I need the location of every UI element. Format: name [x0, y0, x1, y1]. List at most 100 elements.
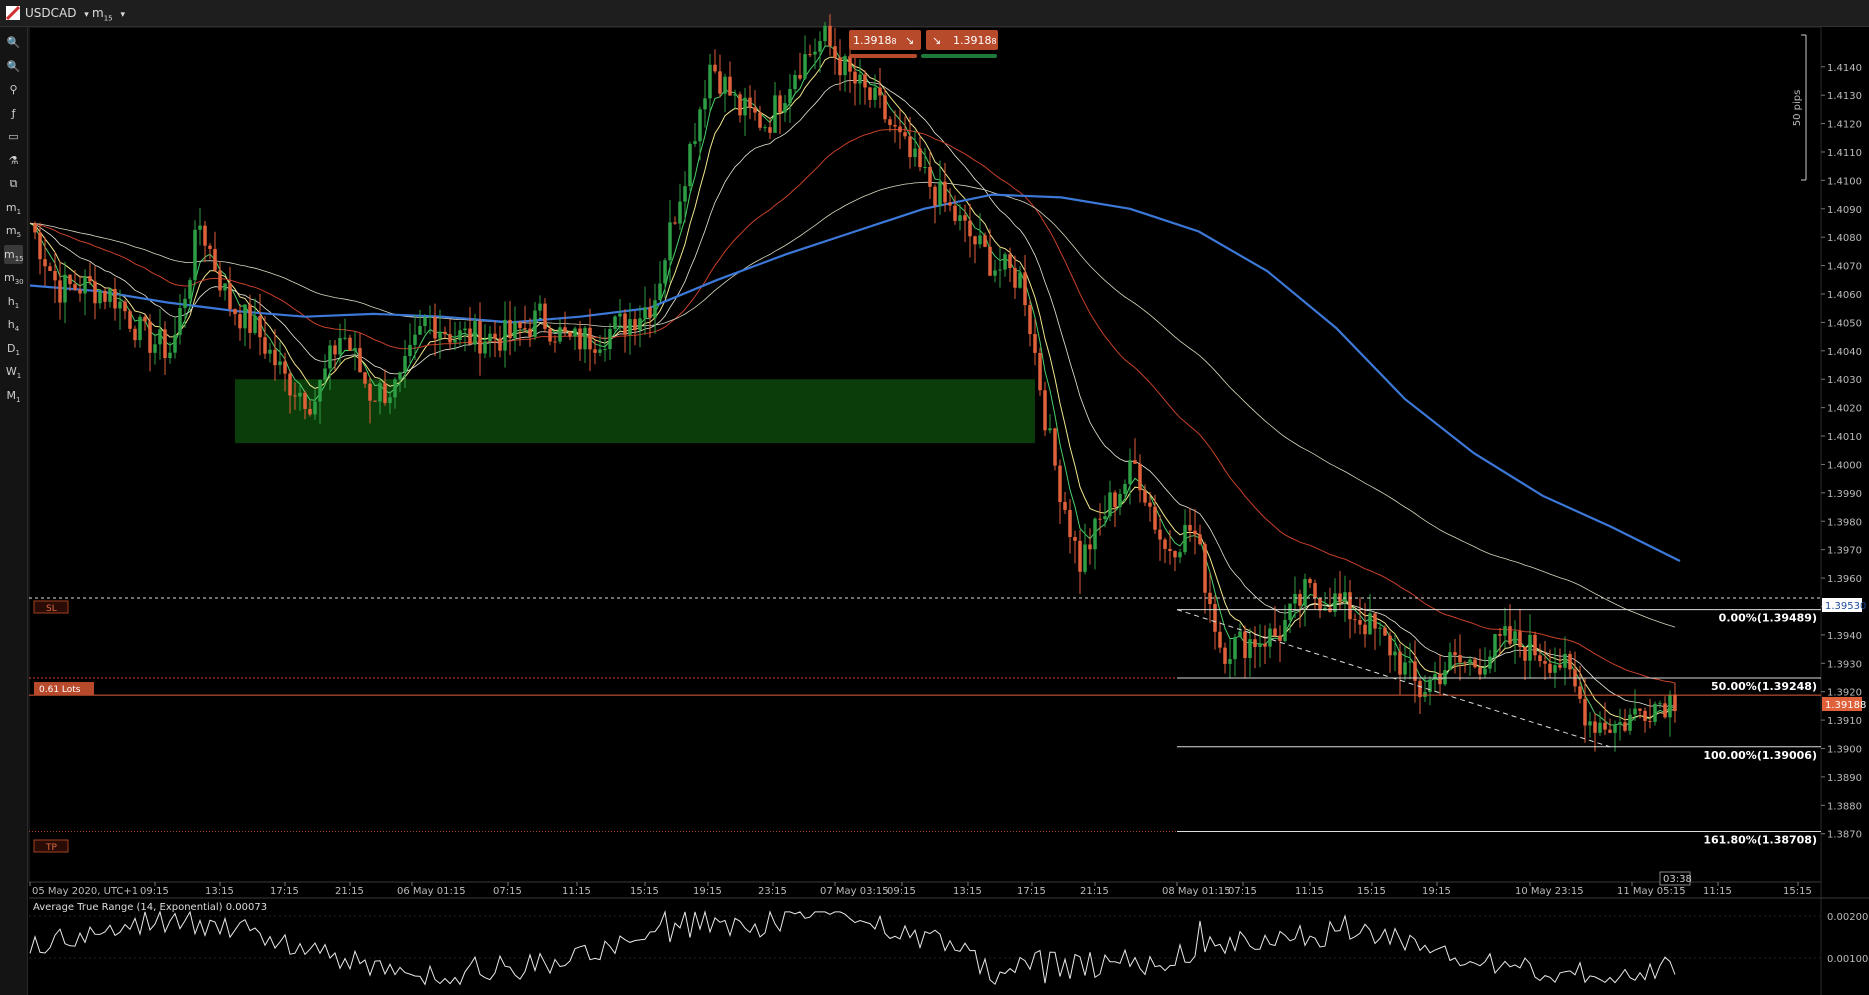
candle-body	[333, 345, 337, 355]
candle-body	[1213, 604, 1217, 632]
candle-body	[893, 125, 897, 127]
candle-body	[293, 395, 297, 397]
candle-body	[1233, 637, 1237, 660]
candle-body	[1228, 659, 1232, 664]
candle-body	[1098, 518, 1102, 520]
candle-body	[258, 315, 262, 338]
pip-ruler[interactable]: 50 pips	[1792, 34, 1807, 181]
atr-indicator: 0.00200 0.00100	[29, 909, 1868, 986]
candle-body	[888, 119, 892, 126]
candle-body	[1173, 551, 1177, 558]
candle-body	[1443, 670, 1447, 685]
candle-body	[303, 392, 307, 410]
candle-body	[858, 74, 862, 84]
candle-body	[643, 307, 647, 319]
tp-order-label[interactable]: TP	[33, 839, 69, 853]
candle-body	[1093, 518, 1097, 550]
sell-button[interactable]: 1.39188 ↘	[849, 30, 921, 50]
candle-body	[278, 361, 282, 366]
candle-body	[143, 316, 147, 322]
fib-label: 100.00%(1.39006)	[1703, 749, 1817, 762]
candle-body	[1543, 661, 1547, 664]
candle-body	[1268, 628, 1272, 647]
candle-body	[883, 95, 887, 120]
price-tick-label: 1.3980	[1827, 517, 1862, 528]
candle-body	[1533, 634, 1537, 656]
candle-body	[1383, 627, 1387, 636]
candle-body	[683, 186, 687, 202]
candle-body	[1433, 674, 1437, 680]
candle-body	[1648, 720, 1652, 722]
candle-body	[1448, 652, 1452, 671]
candle-body	[338, 338, 342, 355]
candle-body	[133, 328, 137, 341]
candle-body	[288, 373, 292, 396]
candle-body	[1613, 724, 1617, 733]
svg-text:1.39188: 1.39188	[953, 34, 997, 47]
candle-body	[933, 186, 937, 206]
chart-area[interactable]: 0.00%(1.39489) 50.00%(1.39248) 100.00%(1.3…	[0, 0, 1869, 995]
candle-body	[768, 127, 772, 133]
candle-body	[983, 235, 987, 247]
candle-body	[1658, 703, 1662, 705]
candle-body	[1408, 661, 1412, 663]
candle-body	[1378, 627, 1382, 629]
candle-body	[573, 328, 577, 337]
candle-body	[943, 181, 947, 203]
candle-body	[908, 136, 912, 158]
candle-body	[1018, 272, 1022, 288]
candle-body	[1088, 544, 1092, 550]
candle-body	[1048, 428, 1052, 431]
time-tick-label: 13:15	[205, 886, 234, 897]
candle-body	[553, 341, 557, 343]
candle-body	[568, 332, 572, 337]
indicator-tick-label: 0.00200	[1827, 912, 1868, 923]
candle-body	[533, 310, 537, 337]
candle-body	[58, 280, 62, 303]
candle-body	[1608, 729, 1612, 733]
candle-body	[723, 76, 727, 94]
candle-body	[1318, 597, 1322, 611]
candle-body	[788, 89, 792, 104]
candle-body	[1423, 692, 1427, 698]
candle-body	[403, 356, 407, 373]
candle-body	[493, 333, 497, 339]
candle-body	[1393, 651, 1397, 656]
candle-body	[1568, 653, 1572, 670]
fibonacci-levels[interactable]: 0.00%(1.39489) 50.00%(1.39248) 100.00%(1.3…	[1176, 609, 1821, 847]
candle-body	[488, 333, 492, 342]
candle-body	[1178, 552, 1182, 558]
candle-body	[1158, 529, 1162, 540]
candle-body	[903, 132, 907, 137]
candle-body	[853, 71, 857, 84]
candle-body	[743, 97, 747, 116]
candle-body	[1263, 643, 1267, 647]
candle-body	[638, 318, 642, 331]
candle-body	[468, 328, 472, 345]
candle-body	[1223, 647, 1227, 664]
lots-order-label[interactable]: 0.61 Lots	[34, 682, 94, 695]
sl-order-label[interactable]: SL	[33, 600, 69, 614]
candle-body	[548, 328, 552, 342]
candle-body	[798, 75, 802, 79]
candle-body	[248, 304, 252, 333]
candle-body	[913, 148, 917, 158]
candle-body	[648, 307, 652, 318]
candle-body	[1633, 708, 1637, 715]
candle-body	[698, 109, 702, 142]
demand-zone[interactable]	[235, 379, 1035, 444]
buy-button[interactable]: ↘ 1.39188	[926, 30, 998, 50]
candle-body	[188, 280, 192, 299]
candle-body	[73, 284, 77, 290]
candle-body	[508, 319, 512, 339]
candle-body	[833, 46, 837, 58]
candle-body	[918, 148, 922, 168]
candle-body	[588, 327, 592, 350]
candle-body	[1498, 634, 1502, 636]
candle-body	[1188, 524, 1192, 531]
price-tick-label: 1.4140	[1827, 63, 1862, 74]
candle-body	[1478, 667, 1482, 675]
candle-body	[1198, 534, 1202, 545]
candle-body	[393, 379, 397, 398]
candle-body	[1403, 662, 1407, 675]
